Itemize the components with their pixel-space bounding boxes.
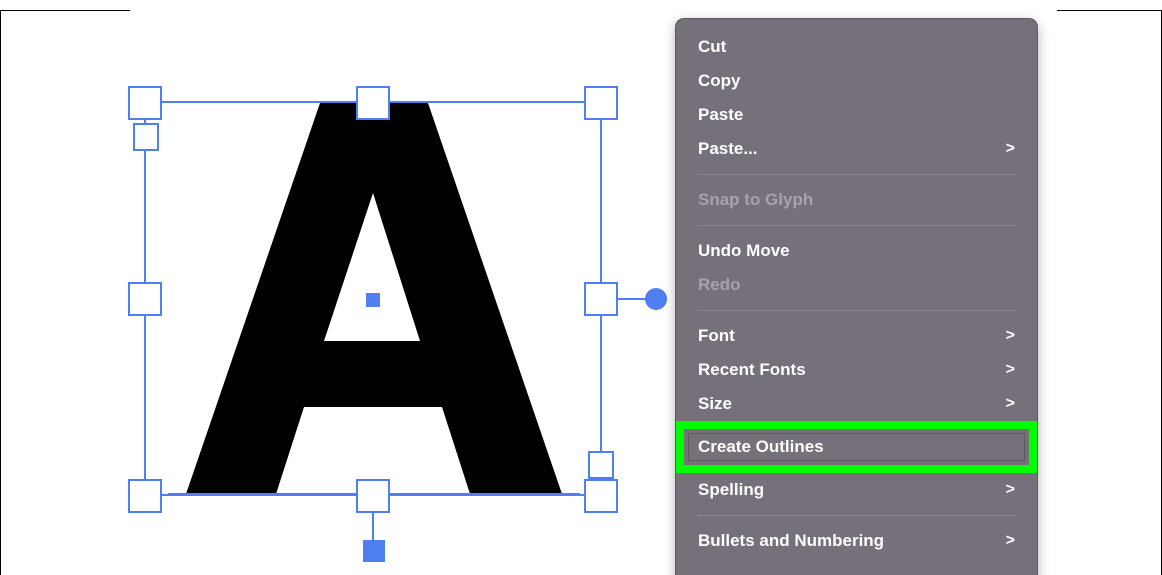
- out-port-box[interactable]: [588, 451, 614, 479]
- menu-item-size[interactable]: Size >: [676, 387, 1037, 421]
- rotation-handle[interactable]: [645, 288, 667, 310]
- chevron-right-icon: >: [1005, 395, 1015, 412]
- menu-item-paste[interactable]: Paste: [676, 98, 1037, 132]
- page: Cut Copy Paste Paste... > Snap to Glyph U…: [0, 0, 1162, 575]
- in-port-box[interactable]: [133, 123, 159, 151]
- menu-item-label: Recent Fonts: [698, 360, 806, 379]
- menu-item-paste-submenu[interactable]: Paste... >: [676, 132, 1037, 166]
- menu-item-redo: Redo: [676, 268, 1037, 302]
- handle-bottom-center[interactable]: [356, 479, 390, 513]
- chevron-right-icon: >: [1005, 140, 1015, 157]
- handle-top-center[interactable]: [356, 86, 390, 120]
- handle-middle-right[interactable]: [584, 282, 618, 316]
- menu-item-label: Cut: [698, 37, 727, 56]
- menu-item-bullets-and-numbering[interactable]: Bullets and Numbering >: [676, 524, 1037, 558]
- menu-item-recent-fonts[interactable]: Recent Fonts >: [676, 353, 1037, 387]
- menu-item-snap-to-glyph: Snap to Glyph: [676, 183, 1037, 217]
- handle-top-right[interactable]: [584, 86, 618, 120]
- menu-separator: [698, 515, 1015, 516]
- menu-item-label: Paste: [698, 105, 744, 124]
- handle-middle-left[interactable]: [128, 282, 162, 316]
- chevron-right-icon: >: [1005, 361, 1015, 378]
- menu-item-create-outlines[interactable]: Create Outlines: [676, 421, 1037, 473]
- menu-item-label: Bullets and Numbering: [698, 531, 885, 550]
- center-point: [366, 293, 380, 307]
- handle-bottom-left[interactable]: [128, 479, 162, 513]
- menu-item-spelling[interactable]: Spelling >: [676, 473, 1037, 507]
- menu-item-label: Font: [698, 326, 735, 345]
- bottom-square-handle[interactable]: [363, 540, 385, 562]
- menu-separator: [698, 310, 1015, 311]
- menu-item-undo-move[interactable]: Undo Move: [676, 234, 1037, 268]
- chevron-right-icon: >: [1005, 481, 1015, 498]
- context-menu: Cut Copy Paste Paste... > Snap to Glyph U…: [676, 19, 1037, 575]
- menu-item-label: Redo: [698, 275, 741, 294]
- menu-item-label: Copy: [698, 71, 741, 90]
- chevron-right-icon: >: [1005, 327, 1015, 344]
- menu-item-cut[interactable]: Cut: [676, 30, 1037, 64]
- menu-item-font[interactable]: Font >: [676, 319, 1037, 353]
- menu-item-label: Create Outlines: [698, 437, 824, 456]
- menu-item-label: Undo Move: [698, 241, 790, 260]
- menu-item-label: Paste...: [698, 139, 758, 158]
- chevron-right-icon: >: [1005, 532, 1015, 549]
- menu-item-label: Size: [698, 394, 733, 413]
- handle-bottom-right[interactable]: [584, 479, 618, 513]
- handle-top-left[interactable]: [128, 86, 162, 120]
- menu-item-copy[interactable]: Copy: [676, 64, 1037, 98]
- menu-separator: [698, 225, 1015, 226]
- menu-item-label: Snap to Glyph: [698, 190, 814, 209]
- menu-separator: [698, 174, 1015, 175]
- menu-item-label: Spelling: [698, 480, 765, 499]
